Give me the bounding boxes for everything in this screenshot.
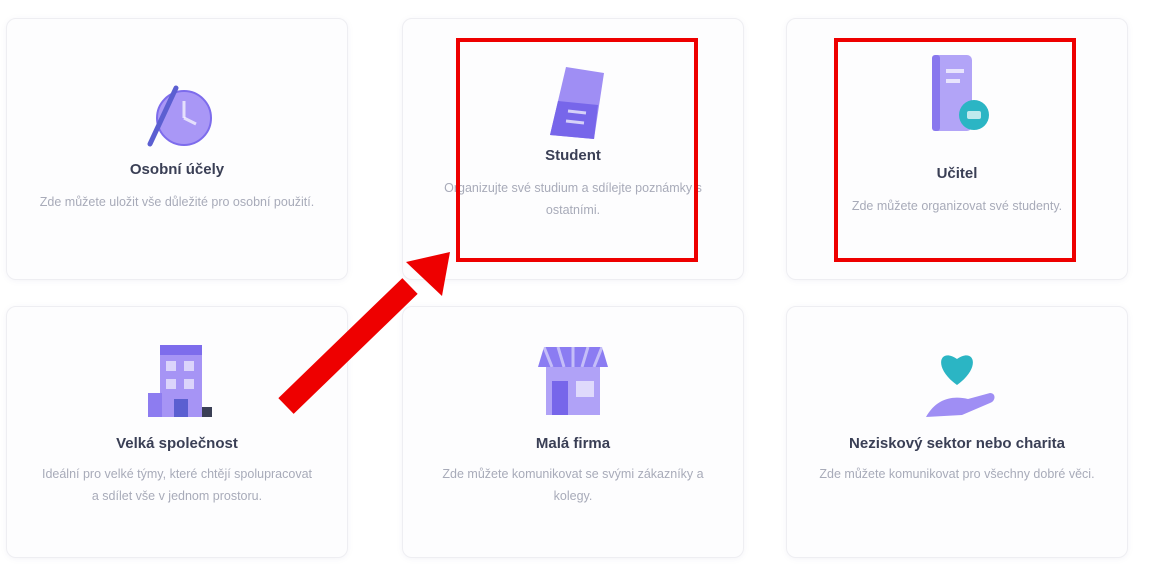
- arrow-icon: [278, 252, 450, 414]
